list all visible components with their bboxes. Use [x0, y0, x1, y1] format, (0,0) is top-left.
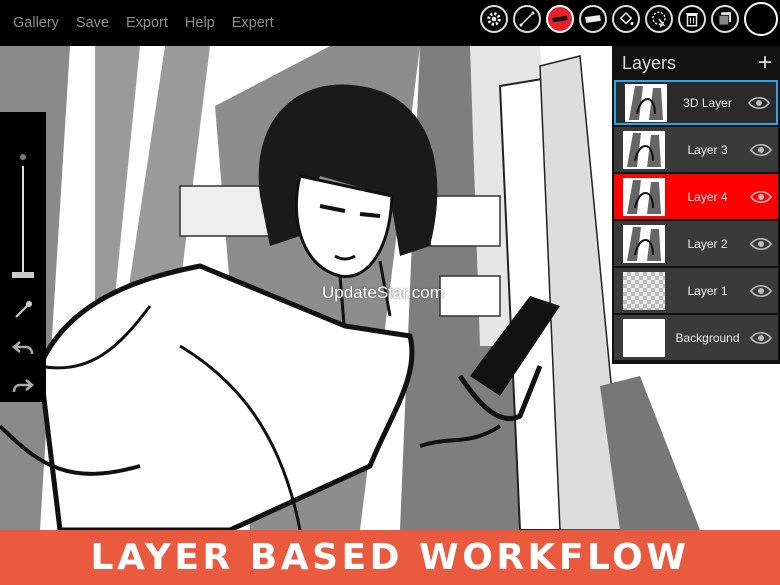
layer-name: Layer 4 — [687, 189, 728, 204]
banner-text: LAYER BASED WORKFLOW — [90, 537, 690, 578]
brush-button[interactable] — [546, 5, 574, 33]
main-menu: Gallery Save Export Help Expert — [0, 0, 278, 46]
eye-icon[interactable] — [748, 96, 770, 110]
top-toolbar: Gallery Save Export Help Expert — [0, 0, 780, 46]
layer-name: 3D Layer — [683, 95, 732, 110]
undo-icon[interactable] — [11, 336, 35, 360]
gear-icon — [487, 12, 501, 26]
layer-list: 3D Layer Layer 3 Layer 4 Layer 2 Layer 1 Back… — [612, 80, 780, 360]
fill-bucket-icon — [619, 11, 634, 25]
menu-save[interactable]: Save — [76, 15, 109, 31]
color-swatch-button[interactable] — [744, 2, 778, 36]
layer-row[interactable]: 3D Layer — [614, 80, 778, 125]
plus-icon[interactable]: + — [758, 49, 772, 77]
menu-gallery[interactable]: Gallery — [13, 15, 59, 31]
promo-banner: LAYER BASED WORKFLOW — [0, 530, 780, 585]
lasso-select-icon — [652, 11, 666, 28]
layer-row[interactable]: Background — [614, 315, 778, 360]
select-button[interactable] — [645, 5, 673, 33]
settings-button[interactable] — [480, 5, 508, 33]
eye-icon[interactable] — [750, 237, 772, 251]
eye-icon[interactable] — [750, 190, 772, 204]
layer-name: Layer 3 — [687, 142, 728, 157]
layers-header: Layers + — [612, 46, 780, 80]
layer-row[interactable]: Layer 4 — [614, 174, 778, 219]
brush-icon — [552, 15, 568, 23]
eraser-button[interactable] — [579, 5, 607, 33]
delete-button[interactable] — [678, 5, 706, 33]
ruler-icon — [519, 11, 535, 27]
layer-name: Background — [675, 330, 740, 345]
ruler-button[interactable] — [513, 5, 541, 33]
layer-row[interactable]: Layer 2 — [614, 221, 778, 266]
layer-thumbnail — [623, 271, 665, 310]
eye-icon[interactable] — [750, 284, 772, 298]
left-toolbar — [0, 112, 46, 402]
fill-button[interactable] — [612, 5, 640, 33]
eye-icon[interactable] — [750, 143, 772, 157]
layer-thumbnail — [623, 130, 665, 169]
eraser-icon — [585, 15, 601, 23]
eye-icon[interactable] — [750, 331, 772, 345]
watermark-text: UpdateStar.com — [322, 283, 444, 302]
brush-size-slider-handle[interactable] — [12, 272, 34, 278]
trash-icon — [686, 13, 698, 27]
layer-row[interactable]: Layer 3 — [614, 127, 778, 172]
layer-thumbnail — [625, 83, 667, 122]
brush-size-slider[interactable] — [22, 166, 24, 276]
layers-panel: Layers + 3D Layer Layer 3 Layer 4 Layer 2 La… — [612, 46, 780, 364]
layer-name: Layer 2 — [687, 236, 728, 251]
layer-thumbnail — [623, 224, 665, 263]
menu-expert[interactable]: Expert — [232, 15, 274, 31]
redo-icon[interactable] — [11, 374, 35, 398]
layers-button[interactable] — [711, 5, 739, 33]
slider-min-dot — [20, 154, 26, 160]
menu-help[interactable]: Help — [185, 15, 215, 31]
eyedropper-icon[interactable] — [11, 298, 35, 322]
layer-stack-icon — [718, 12, 731, 26]
tool-buttons — [475, 2, 778, 36]
layers-title: Layers — [622, 52, 677, 73]
layer-thumbnail — [623, 318, 665, 357]
layer-thumbnail — [623, 177, 665, 216]
layer-name: Layer 1 — [687, 283, 728, 298]
layer-row[interactable]: Layer 1 — [614, 268, 778, 313]
menu-export[interactable]: Export — [126, 15, 168, 31]
